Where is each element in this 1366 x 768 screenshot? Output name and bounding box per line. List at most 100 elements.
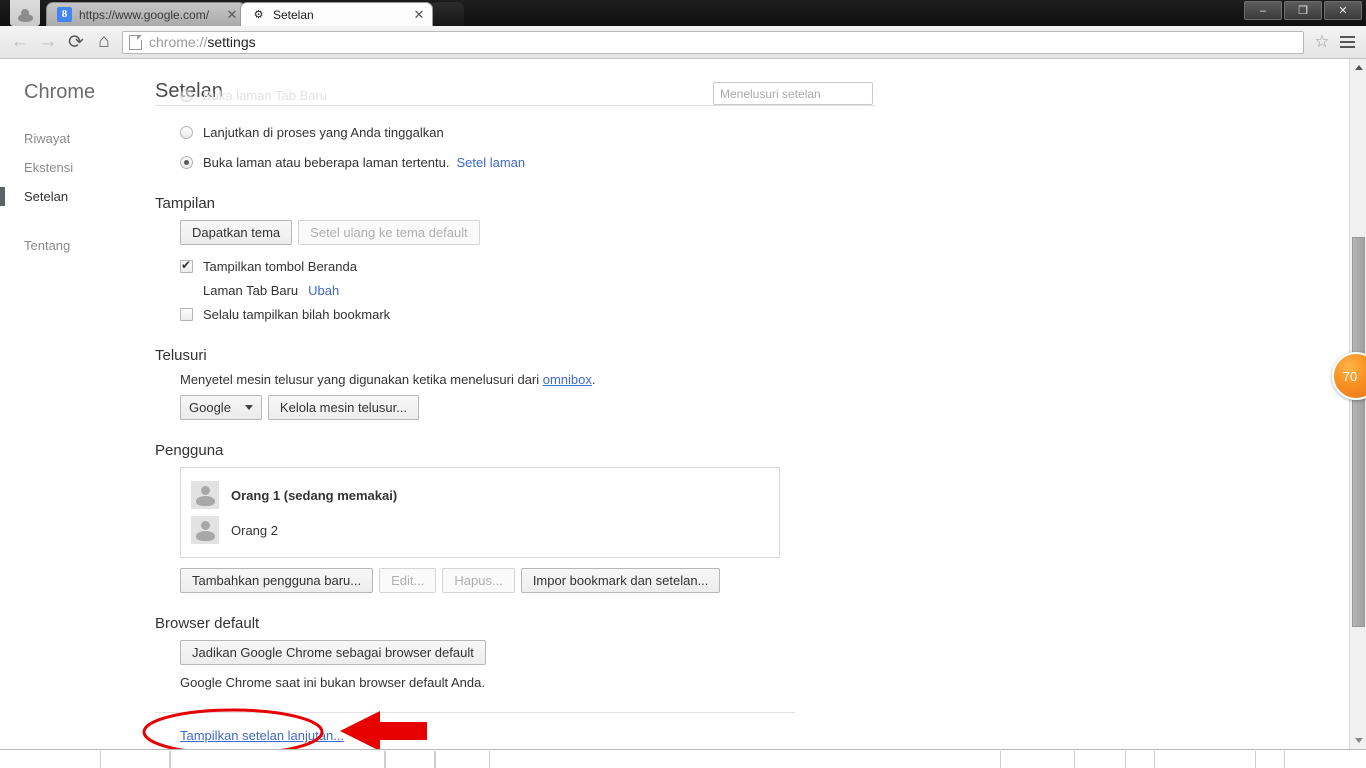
option-label: Buka laman atau beberapa laman tertentu. <box>203 154 450 170</box>
taskbar-segment[interactable] <box>100 751 170 768</box>
omnibox-link[interactable]: omnibox <box>543 372 592 387</box>
restore-button[interactable]: ❐ <box>1284 1 1322 20</box>
search-engine-body: Menyetel mesin telusur yang digunakan ke… <box>155 372 1340 420</box>
sidebar-title: Chrome <box>24 81 96 103</box>
set-pages-link[interactable]: Setel laman <box>456 155 525 170</box>
list-item[interactable]: Orang 2 <box>191 514 769 546</box>
avatar-body-icon <box>196 531 215 541</box>
tab-close-icon[interactable]: ✕ <box>412 8 426 22</box>
section-title-default-browser: Browser default <box>155 615 260 632</box>
menu-icon[interactable] <box>1334 36 1360 48</box>
import-bookmarks-button[interactable]: Impor bookmark dan setelan... <box>520 568 721 593</box>
sidebar-item-setelan[interactable]: Setelan <box>0 182 155 211</box>
checkbox-icon[interactable] <box>180 258 193 273</box>
new-tab-button[interactable] <box>430 2 464 26</box>
default-browser-status: Google Chrome saat ini bukan browser def… <box>180 675 485 690</box>
menu-bar-2 <box>1339 41 1355 43</box>
theme-buttons: Dapatkan tema Setel ulang ke tema defaul… <box>180 220 1340 245</box>
avatar-head-icon <box>201 486 210 495</box>
tab-close-icon[interactable]: ✕ <box>225 8 239 22</box>
taskbar-segment[interactable] <box>435 751 490 768</box>
get-theme-button[interactable]: Dapatkan tema <box>180 220 293 245</box>
settings-sidebar: Chrome Riwayat Ekstensi Setelan Tentang <box>0 59 155 749</box>
sidebar-item-ekstensi[interactable]: Ekstensi <box>0 153 155 182</box>
users-section: Pengguna Orang 1 (sedang memakai) Orang … <box>155 442 1340 593</box>
search-engine-select[interactable]: Google <box>180 395 262 420</box>
option-label: Tampilkan tombol Beranda <box>203 258 357 274</box>
show-bookmarks-bar-row[interactable]: Selalu tampilkan bilah bookmark <box>180 303 1340 325</box>
bookmark-star-icon[interactable]: ☆ <box>1310 28 1334 56</box>
search-engine-section: Telusuri Menyetel mesin telusur yang dig… <box>155 347 1340 420</box>
search-engine-description: Menyetel mesin telusur yang digunakan ke… <box>180 372 1340 387</box>
startup-section: Lanjutkan di proses yang Anda tinggalkan… <box>155 121 1340 173</box>
profile-avatar-button[interactable] <box>10 0 40 26</box>
url-scheme: chrome:// <box>149 34 208 50</box>
taskbar-segment[interactable] <box>1000 751 1075 768</box>
tab-google[interactable]: 8 https://www.google.com/ ✕ <box>46 2 246 26</box>
tab-strip: 8 https://www.google.com/ ✕ ⚙ Setelan ✕ … <box>0 0 1366 26</box>
desc-before: Menyetel mesin telusur yang digunakan ke… <box>180 372 543 387</box>
add-user-button[interactable]: Tambahkan pengguna baru... <box>180 568 374 593</box>
scroll-up-button[interactable] <box>1350 59 1366 76</box>
sidebar-item-tentang[interactable]: Tentang <box>0 231 155 260</box>
tab-title: Setelan <box>273 7 314 22</box>
section-title-search: Telusuri <box>155 347 207 364</box>
startup-option-continue[interactable]: Lanjutkan di proses yang Anda tinggalkan <box>180 121 1340 143</box>
sidebar-item-riwayat[interactable]: Riwayat <box>0 124 155 153</box>
radio-icon[interactable] <box>180 155 193 169</box>
gear-icon: ⚙ <box>253 9 264 21</box>
users-list: Orang 1 (sedang memakai) Orang 2 <box>180 467 780 558</box>
show-advanced-settings-link[interactable]: Tampilkan setelan lanjutan... <box>180 728 344 743</box>
scrollbar-thumb[interactable] <box>1352 237 1365 627</box>
section-title-appearance: Tampilan <box>155 195 216 212</box>
radio-icon[interactable] <box>180 125 193 139</box>
avatar <box>191 481 219 509</box>
header-divider <box>155 105 875 106</box>
chevron-down-icon <box>1354 738 1363 743</box>
change-home-page-link[interactable]: Ubah <box>308 283 339 298</box>
taskbar-segment[interactable] <box>385 751 435 768</box>
manage-search-engines-button[interactable]: Kelola mesin telusur... <box>267 395 420 420</box>
minimize-button[interactable]: – <box>1244 1 1282 20</box>
chevron-up-icon <box>1354 65 1363 70</box>
browser-window: 8 https://www.google.com/ ✕ ⚙ Setelan ✕ … <box>0 0 1366 768</box>
home-icon[interactable]: ⌂ <box>90 28 118 56</box>
tab-title: https://www.google.com/ <box>79 7 210 22</box>
badge-value: 70 <box>1342 368 1358 384</box>
back-icon[interactable]: ← <box>6 28 34 56</box>
show-home-button-row[interactable]: Tampilkan tombol Beranda <box>180 255 1340 277</box>
taskbar-segment[interactable] <box>1255 751 1285 768</box>
sidebar-separator <box>0 211 155 231</box>
forward-icon[interactable]: → <box>34 28 62 56</box>
appearance-body: Dapatkan tema Setel ulang ke tema defaul… <box>155 220 1340 325</box>
desc-after: . <box>591 372 596 387</box>
scroll-down-button[interactable] <box>1350 732 1366 749</box>
radio-icon <box>180 89 193 102</box>
os-taskbar[interactable] <box>0 749 1366 768</box>
browser-toolbar: ← → ⟳ ⌂ chrome://settings ☆ <box>0 26 1366 59</box>
startup-option-specific-pages[interactable]: Buka laman atau beberapa laman tertentu.… <box>180 151 1340 173</box>
checkbox-icon[interactable] <box>180 307 193 321</box>
advanced-link-wrap: Tampilkan setelan lanjutan... <box>155 727 1340 745</box>
close-button[interactable]: ✕ <box>1324 1 1362 20</box>
taskbar-segment[interactable] <box>170 751 385 768</box>
delete-user-button: Hapus... <box>442 568 515 593</box>
search-input[interactable] <box>713 82 873 105</box>
list-item[interactable]: Orang 1 (sedang memakai) <box>191 479 769 511</box>
taskbar-segment[interactable] <box>1125 751 1155 768</box>
section-divider <box>155 712 795 713</box>
avatar-head-icon <box>201 521 210 530</box>
vertical-scrollbar[interactable] <box>1349 59 1366 749</box>
search-engine-value: Google <box>189 400 231 415</box>
avatar <box>191 516 219 544</box>
users-body: Orang 1 (sedang memakai) Orang 2 Tambahk… <box>155 467 1340 593</box>
reload-icon[interactable]: ⟳ <box>62 28 90 56</box>
home-page-value: Laman Tab Baru <box>203 282 299 298</box>
address-bar[interactable]: chrome://settings <box>122 30 1304 54</box>
make-default-browser-button[interactable]: Jadikan Google Chrome sebagai browser de… <box>180 640 486 665</box>
tab-setelan[interactable]: ⚙ Setelan ✕ <box>240 2 433 26</box>
sidebar-item-label: Riwayat <box>24 131 71 146</box>
ghost-startup-option: Buka laman Tab Baru <box>180 88 327 103</box>
appearance-section: Tampilan Dapatkan tema Setel ulang ke te… <box>155 195 1340 325</box>
address-bar-text: chrome://settings <box>149 34 256 50</box>
